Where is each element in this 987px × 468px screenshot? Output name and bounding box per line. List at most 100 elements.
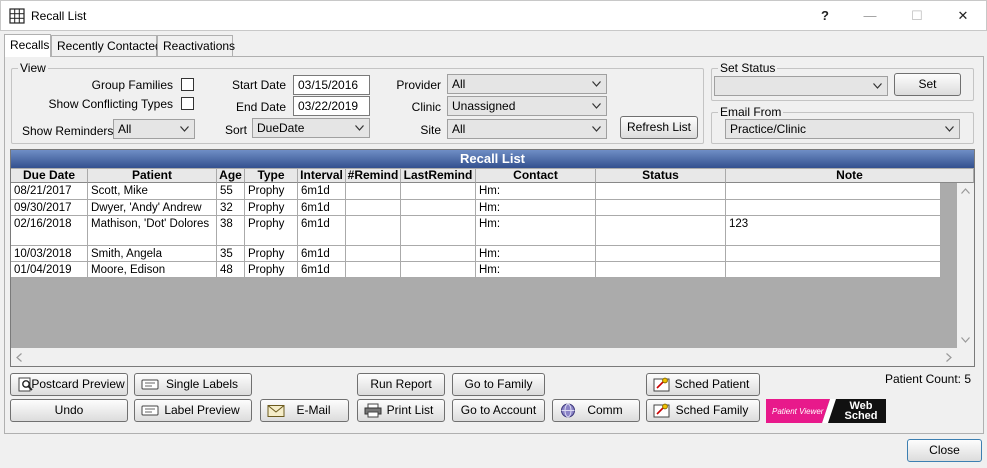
cell-age: 35 [217, 246, 245, 261]
cell-patient: Smith, Angela [88, 246, 217, 261]
run-report-button[interactable]: Run Report [357, 373, 445, 396]
show-reminders-value: All [118, 122, 132, 136]
web-sched-text: Web Sched [844, 400, 878, 422]
column-header[interactable]: Age [217, 169, 245, 183]
set-button[interactable]: Set [894, 73, 961, 96]
sort-select[interactable]: DueDate [252, 118, 370, 138]
close-window-button[interactable]: ✕ [948, 5, 978, 27]
provider-value: All [452, 77, 466, 91]
close-button[interactable]: Close [907, 439, 982, 462]
postcard-preview-button[interactable]: Postcard Preview [10, 373, 128, 396]
cell-due-date: 09/30/2017 [11, 200, 88, 215]
cell-status [596, 200, 726, 215]
cell-age: 32 [217, 200, 245, 215]
minimize-button[interactable]: — [855, 5, 885, 27]
email-button[interactable]: E-Mail [260, 399, 349, 422]
comm-button[interactable]: Comm [552, 399, 640, 422]
go-to-family-button[interactable]: Go to Family [452, 373, 545, 396]
cell-type: Prophy [245, 216, 298, 245]
provider-select[interactable]: All [447, 74, 607, 94]
table-row[interactable]: 08/21/2017 Scott, Mike 55 Prophy 6m1d Hm… [11, 183, 941, 200]
maximize-button[interactable]: ☐ [902, 5, 932, 27]
group-families-checkbox[interactable] [181, 78, 194, 91]
column-header[interactable]: Contact [476, 169, 596, 183]
chevron-down-icon [355, 125, 364, 131]
cell-remind [346, 246, 401, 261]
cell-note: 123 [726, 216, 941, 245]
column-header[interactable]: Interval [298, 169, 346, 183]
help-button[interactable]: ? [810, 5, 840, 27]
chevron-up-icon[interactable] [961, 188, 970, 194]
column-header[interactable]: Note [726, 169, 974, 183]
undo-button[interactable]: Undo [10, 399, 128, 422]
cell-note [726, 200, 941, 215]
cell-due-date: 10/03/2018 [11, 246, 88, 261]
column-header[interactable]: #Remind [346, 169, 401, 183]
cell-note [726, 262, 941, 277]
cell-type: Prophy [245, 183, 298, 199]
email-from-value: Practice/Clinic [730, 122, 807, 136]
table-row[interactable]: 10/03/2018 Smith, Angela 35 Prophy 6m1d … [11, 246, 941, 262]
cell-contact: Hm: [476, 183, 596, 199]
cell-status [596, 216, 726, 245]
end-date-label: End Date [235, 100, 286, 114]
go-to-account-button[interactable]: Go to Account [452, 399, 545, 422]
cell-age: 48 [217, 262, 245, 277]
chevron-down-icon [592, 81, 601, 87]
cell-contact: Hm: [476, 246, 596, 261]
label-preview-button[interactable]: Label Preview [134, 399, 252, 422]
cell-due-date: 08/21/2017 [11, 183, 88, 199]
show-reminders-select[interactable]: All [113, 119, 195, 139]
horizontal-scrollbar[interactable] [11, 348, 957, 366]
patient-viewer-web-sched-badge[interactable]: Patient Viewer Web Sched [766, 399, 886, 423]
sched-family-button[interactable]: Sched Family [646, 399, 760, 422]
start-date-label: Start Date [231, 78, 286, 92]
table-row[interactable]: 09/30/2017 Dwyer, 'Andy' Andrew 32 Proph… [11, 200, 941, 216]
column-header[interactable]: Due Date [11, 169, 88, 183]
chevron-right-icon[interactable] [946, 353, 952, 362]
set-status-select[interactable] [714, 76, 888, 96]
view-group-label: View [18, 61, 48, 75]
email-from-label: Email From [718, 105, 784, 119]
table-row[interactable]: 02/16/2018 Mathison, 'Dot' Dolores 38 Pr… [11, 216, 941, 246]
calendar-pin-icon [653, 377, 670, 392]
cell-type: Prophy [245, 262, 298, 277]
email-from-select[interactable]: Practice/Clinic [725, 119, 960, 139]
clinic-select[interactable]: Unassigned [447, 96, 607, 116]
comm-label: Comm [587, 403, 623, 417]
single-labels-button[interactable]: Single Labels [134, 373, 252, 396]
vertical-scrollbar[interactable] [957, 183, 974, 348]
label-preview-label: Label Preview [164, 403, 240, 417]
tab-recalls[interactable]: Recalls [4, 34, 51, 57]
tab-recently-contacted[interactable]: Recently Contacted [51, 35, 162, 56]
column-header[interactable]: LastRemind [401, 169, 476, 183]
start-date-input[interactable]: 03/15/2016 [293, 75, 370, 95]
show-reminders-label: Show Reminders [22, 124, 114, 138]
site-select[interactable]: All [447, 119, 607, 139]
chevron-left-icon[interactable] [16, 353, 22, 362]
window-title: Recall List [31, 9, 87, 23]
cell-interval: 6m1d [298, 200, 346, 215]
print-list-button[interactable]: Print List [357, 399, 445, 422]
chevron-down-icon[interactable] [961, 337, 970, 343]
globe-icon [561, 403, 575, 418]
column-header[interactable]: Status [596, 169, 726, 183]
sched-patient-button[interactable]: Sched Patient [646, 373, 760, 396]
chevron-down-icon [592, 103, 601, 109]
cell-interval: 6m1d [298, 262, 346, 277]
table-row[interactable]: 01/04/2019 Moore, Edison 48 Prophy 6m1d … [11, 262, 941, 278]
end-date-input[interactable]: 03/22/2019 [293, 96, 370, 116]
cell-last-remind [401, 216, 476, 245]
tab-reactivations[interactable]: Reactivations [157, 35, 235, 56]
show-conflicting-types-checkbox[interactable] [181, 97, 194, 110]
column-header[interactable]: Patient [88, 169, 217, 183]
cell-remind [346, 183, 401, 199]
cell-status [596, 183, 726, 199]
cell-contact: Hm: [476, 216, 596, 245]
column-header[interactable]: Type [245, 169, 298, 183]
refresh-list-button[interactable]: Refresh List [620, 116, 698, 139]
cell-last-remind [401, 200, 476, 215]
patient-viewer-text: Patient Viewer [772, 407, 824, 416]
chevron-down-icon [873, 83, 882, 89]
cell-note [726, 246, 941, 261]
